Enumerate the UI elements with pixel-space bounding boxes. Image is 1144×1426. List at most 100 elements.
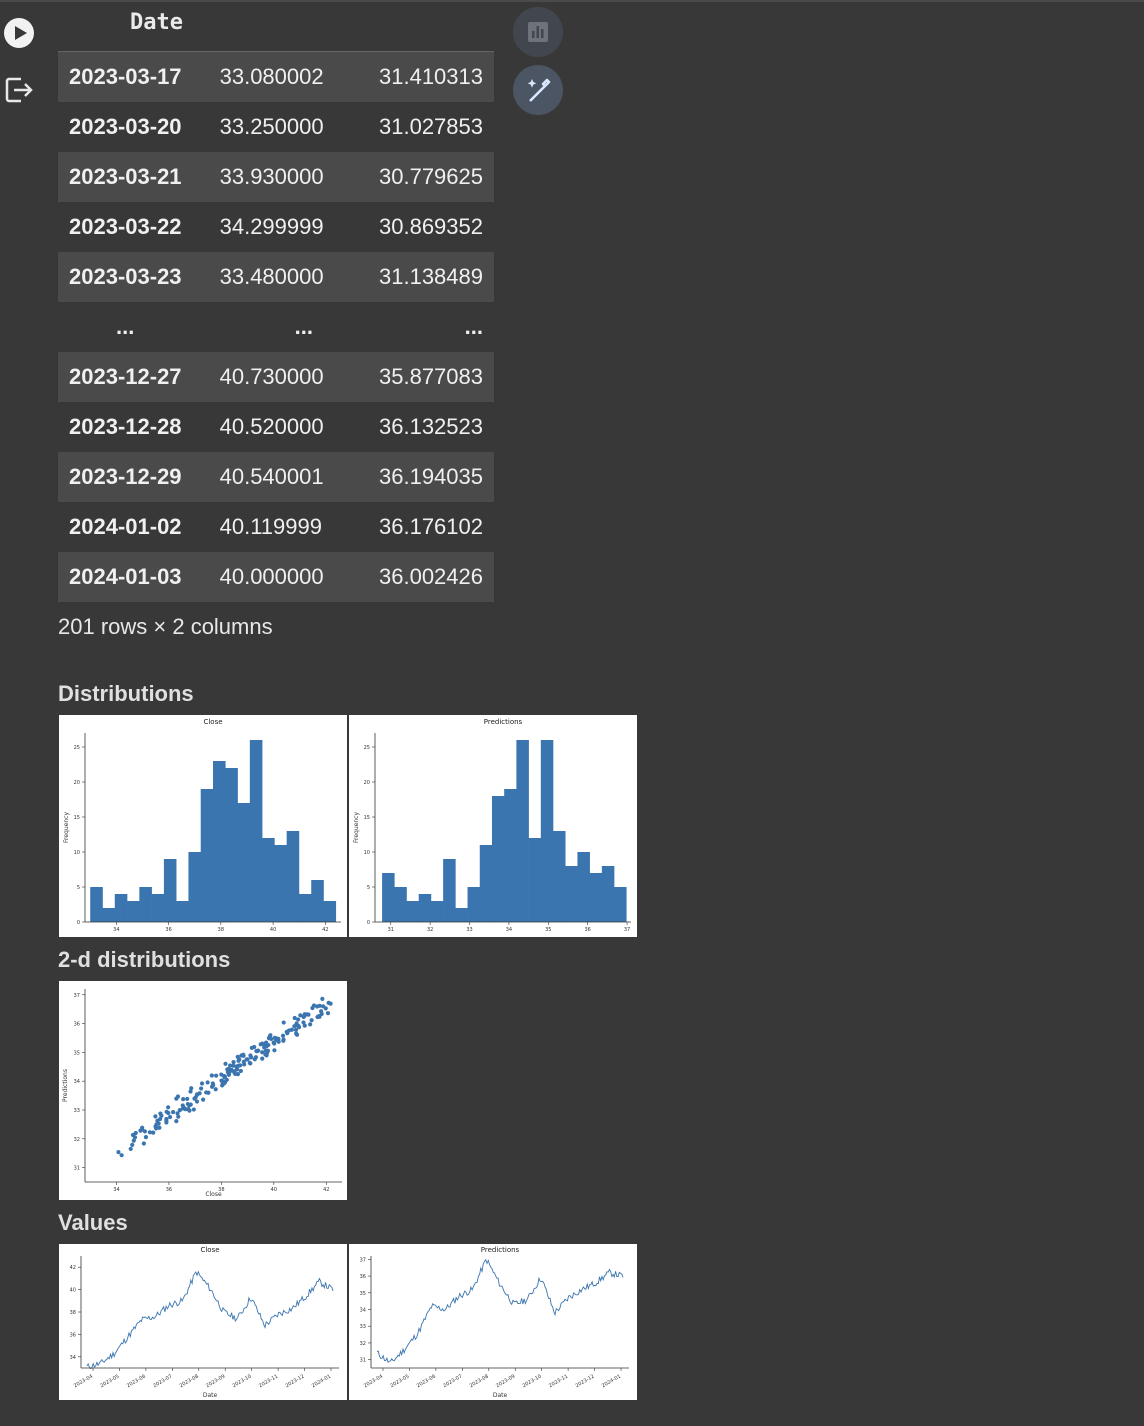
- y-axis-label: Frequency: [353, 812, 360, 843]
- scatter-point: [159, 1113, 164, 1118]
- y-tick-label: 0: [77, 920, 80, 926]
- scatter-point: [309, 1018, 314, 1023]
- x-tick-label: 2023-10: [232, 1374, 253, 1390]
- y-tick-label: 35: [74, 1050, 80, 1056]
- histogram-bar: [139, 887, 152, 922]
- table-row: 2023-03-22 34.299999 30.869352: [58, 202, 494, 252]
- x-tick-label: 36: [166, 1187, 172, 1193]
- x-tick-label: 34: [113, 927, 119, 933]
- y-tick-label: 37: [74, 993, 80, 999]
- date-cell: 2023-03-20: [69, 114, 182, 139]
- series-line: [86, 1270, 334, 1370]
- predictions-cell: 31.410313: [379, 51, 494, 102]
- scatter-point: [171, 1110, 176, 1115]
- y-tick-label: 36: [74, 1022, 80, 1028]
- scatter-point: [192, 1096, 197, 1101]
- scatter-point: [164, 1116, 169, 1122]
- scatter-point: [204, 1090, 209, 1095]
- scatter-point: [213, 1087, 218, 1092]
- chart-title: Predictions: [481, 1246, 520, 1254]
- distributions-heading: Distributions: [58, 681, 194, 706]
- scatter-point: [269, 1036, 274, 1041]
- series-line: [376, 1258, 624, 1363]
- y-tick-label: 25: [74, 745, 80, 751]
- x-tick-label: 31: [388, 927, 394, 933]
- histogram-bar: [406, 901, 420, 922]
- dataframe-table: 2023-03-17 33.080002 31.410313 2023-03-20 33…: [58, 51, 494, 602]
- y-tick-label: 32: [74, 1137, 80, 1143]
- histogram-bar: [443, 859, 456, 922]
- scatter-point: [164, 1109, 169, 1114]
- scatter-point: [302, 1023, 307, 1028]
- scatter-point: [275, 1036, 280, 1041]
- close-histogram: Close 0 5 10 15 20 25 34 36 38 40 42 Frequency: [59, 715, 347, 937]
- table-row: 2024-01-02 40.119999 36.176102: [58, 502, 494, 552]
- scatter-point: [315, 1004, 320, 1009]
- y-tick-label: 10: [364, 850, 370, 856]
- scatter-point: [254, 1048, 259, 1054]
- y-tick-label: 5: [367, 885, 370, 891]
- y-tick-label: 34: [70, 1355, 76, 1361]
- y-tick-label: 20: [74, 780, 80, 786]
- scatter-point: [266, 1042, 271, 1048]
- run-cell-button[interactable]: [2, 16, 36, 50]
- x-tick-label: 34: [506, 927, 512, 933]
- y-tick-label: 36: [70, 1332, 76, 1338]
- histogram-bar: [577, 852, 590, 922]
- x-tick-label: 2023-08: [179, 1374, 200, 1390]
- scatter-point: [199, 1081, 205, 1086]
- histogram-bar: [127, 901, 140, 922]
- table-row: 2023-03-20 33.250000 31.027853: [58, 102, 494, 152]
- scatter-point: [252, 1057, 257, 1062]
- histogram-bar: [114, 894, 128, 922]
- predictions-cell: 35.877083: [379, 352, 494, 402]
- histogram-bar: [528, 838, 542, 922]
- x-tick-label: 35: [545, 927, 551, 933]
- histogram-bar: [237, 803, 251, 922]
- y-tick-label: 32: [360, 1341, 366, 1347]
- scatter-point: [199, 1086, 204, 1091]
- scatter-point: [236, 1063, 241, 1068]
- x-tick-label: 40: [271, 1187, 277, 1193]
- scatter-point: [281, 1020, 286, 1025]
- predictions-values-line: Predictions 31 32 33 34 35 36 37 2023-04 2023-05 2…: [349, 1244, 637, 1400]
- scatter-point: [142, 1129, 147, 1134]
- scatter-point: [237, 1057, 242, 1062]
- y-axis-label: Frequency: [63, 812, 70, 843]
- output-actions-button[interactable]: [2, 73, 36, 107]
- generate-code-button[interactable]: [513, 65, 563, 115]
- predictions-cell: 31.138489: [379, 252, 494, 302]
- date-cell: 2024-01-02: [69, 514, 182, 539]
- x-tick-label: 2024-01: [311, 1374, 332, 1390]
- close-cell: 40.540001: [209, 452, 379, 502]
- scatter-point: [231, 1063, 236, 1068]
- y-tick-label: 34: [74, 1079, 80, 1085]
- y-tick-label: 36: [360, 1274, 366, 1280]
- x-tick-label: 2023-07: [152, 1374, 173, 1390]
- scatter-point: [301, 1014, 306, 1020]
- histogram-bar: [589, 873, 603, 922]
- suggest-charts-button[interactable]: [513, 7, 563, 57]
- scatter-point: [131, 1138, 136, 1143]
- x-tick-label: 36: [584, 927, 590, 933]
- predictions-cell: 36.132523: [379, 414, 483, 439]
- x-tick-label: 32: [427, 927, 433, 933]
- scatter-point: [141, 1141, 146, 1146]
- y-tick-label: 5: [77, 885, 80, 891]
- scatter-point: [223, 1061, 228, 1066]
- x-axis-label: Close: [205, 1191, 222, 1198]
- histogram-bar: [274, 845, 287, 922]
- y-tick-label: 20: [364, 780, 370, 786]
- scatter-point: [245, 1057, 250, 1062]
- scatter-point: [185, 1096, 190, 1102]
- x-tick-label: 37: [624, 927, 630, 933]
- y-tick-label: 34: [360, 1307, 366, 1313]
- histogram-bar: [298, 894, 312, 922]
- x-tick-label: 2023-04: [363, 1374, 384, 1390]
- scatter-point: [260, 1050, 265, 1055]
- date-cell: 2023-12-29: [58, 452, 210, 502]
- x-tick-label: 42: [322, 927, 328, 933]
- scatter-point: [325, 1011, 331, 1016]
- table-row: 2023-12-28 40.520000 36.132523: [58, 402, 494, 452]
- scatter-point: [280, 1033, 286, 1038]
